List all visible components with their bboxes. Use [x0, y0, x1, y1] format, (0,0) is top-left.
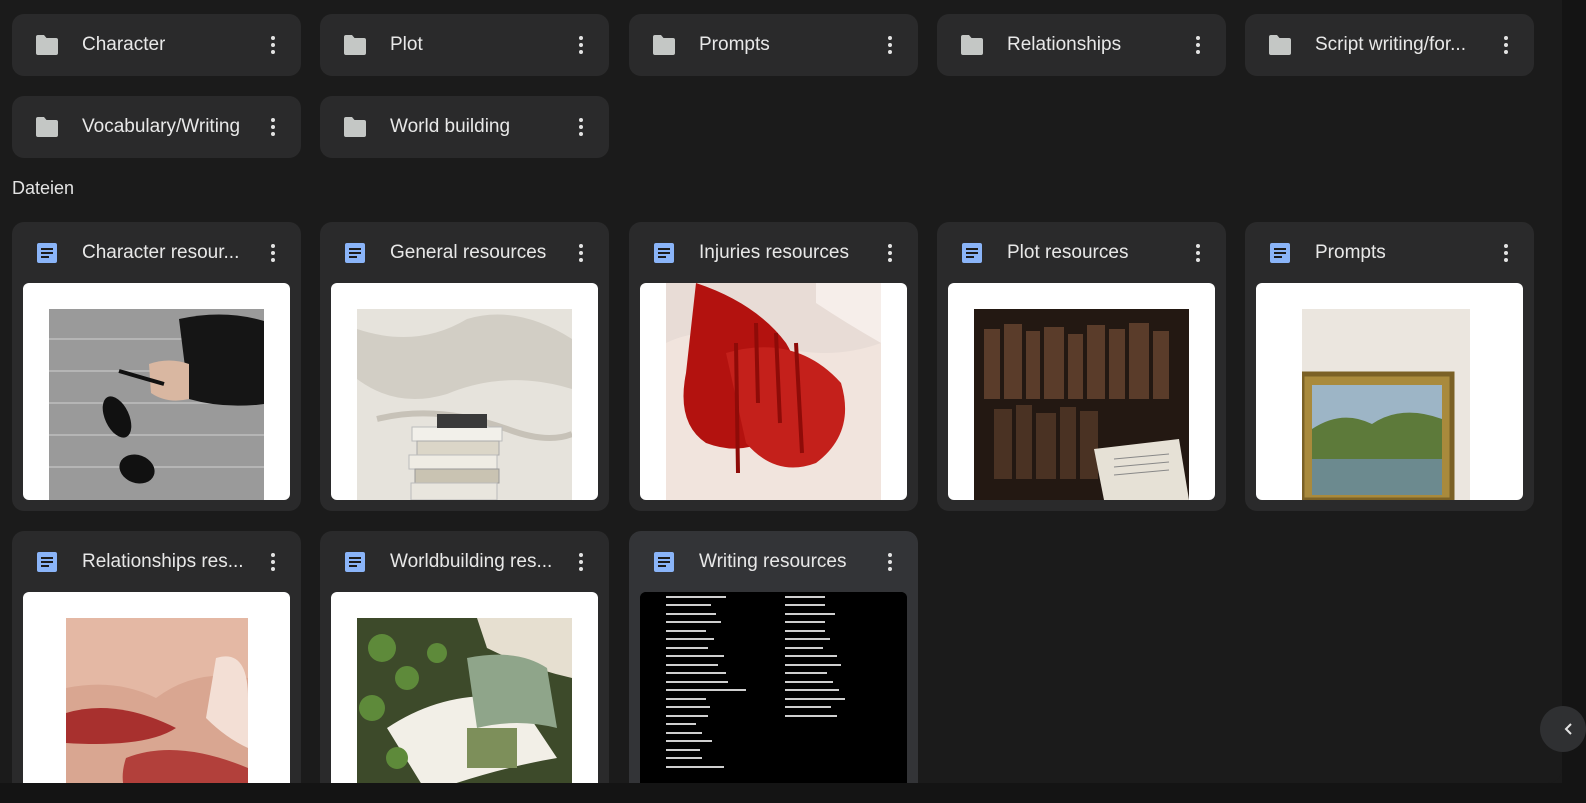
more-vert-icon[interactable]	[569, 33, 593, 57]
file-thumbnail	[640, 592, 907, 783]
folder-card-prompts[interactable]: Prompts	[629, 14, 918, 76]
file-card-writing-resources[interactable]: Writing resources	[629, 531, 918, 783]
word-list-document-image	[640, 592, 907, 783]
folder-card-vocabulary-writing[interactable]: Vocabulary/Writing	[12, 96, 301, 158]
more-vert-icon[interactable]	[569, 550, 593, 574]
folder-icon	[36, 117, 58, 137]
files-section-heading: Dateien	[12, 178, 75, 198]
folder-name: Prompts	[699, 34, 770, 55]
more-vert-icon[interactable]	[1186, 241, 1210, 265]
file-name: Writing resources	[699, 551, 847, 572]
file-card-worldbuilding-resources[interactable]: Worldbuilding res...	[320, 531, 609, 783]
file-card-general-resources[interactable]: General resources	[320, 222, 609, 511]
more-vert-icon[interactable]	[878, 550, 902, 574]
file-thumbnail	[23, 283, 290, 500]
file-name: Prompts	[1315, 242, 1386, 263]
file-card-relationships-resources[interactable]: Relationships res...	[12, 531, 301, 783]
folder-card-plot[interactable]: Plot	[320, 14, 609, 76]
side-panel-toggle-button[interactable]	[1540, 706, 1586, 752]
hand-with-sunglasses-image	[49, 309, 264, 500]
document-icon	[962, 243, 982, 263]
more-vert-icon[interactable]	[1494, 241, 1518, 265]
side-panel-rail	[1562, 0, 1586, 803]
more-vert-icon[interactable]	[261, 115, 285, 139]
file-name: Relationships res...	[82, 551, 244, 572]
book-stack-on-bed-image	[357, 309, 572, 500]
close-up-lips-image	[66, 618, 248, 783]
file-thumbnail	[331, 592, 598, 783]
document-icon	[654, 552, 674, 572]
open-book-with-ivy-image	[357, 618, 572, 783]
more-vert-icon[interactable]	[1186, 33, 1210, 57]
file-thumbnail	[640, 283, 907, 500]
file-card-character-resources[interactable]: Character resour...	[12, 222, 301, 511]
document-icon	[37, 552, 57, 572]
drive-content-area: Character Plot Prompts Relationships Scr…	[0, 0, 1562, 783]
document-icon	[345, 243, 365, 263]
file-name: General resources	[390, 242, 547, 263]
folder-icon	[653, 35, 675, 55]
folder-name: World building	[390, 116, 511, 137]
folder-icon	[344, 35, 366, 55]
folder-name: Script writing/for...	[1315, 34, 1466, 55]
folder-icon	[344, 117, 366, 137]
more-vert-icon[interactable]	[261, 550, 285, 574]
more-vert-icon[interactable]	[1494, 33, 1518, 57]
folder-card-world-building[interactable]: World building	[320, 96, 609, 158]
document-icon	[1270, 243, 1290, 263]
folder-card-character[interactable]: Character	[12, 14, 301, 76]
more-vert-icon[interactable]	[569, 115, 593, 139]
file-card-plot-resources[interactable]: Plot resources	[937, 222, 1226, 511]
framed-landscape-painting-image	[1302, 309, 1470, 500]
more-vert-icon[interactable]	[878, 33, 902, 57]
document-icon	[37, 243, 57, 263]
chevron-left-icon	[1564, 723, 1572, 735]
folder-name: Relationships	[1007, 34, 1122, 55]
more-vert-icon[interactable]	[261, 33, 285, 57]
file-name: Worldbuilding res...	[390, 551, 553, 572]
folder-icon	[36, 35, 58, 55]
file-thumbnail	[1256, 283, 1523, 500]
file-card-injuries-resources[interactable]: Injuries resources	[629, 222, 918, 511]
file-thumbnail	[23, 592, 290, 783]
folder-icon	[1269, 35, 1291, 55]
folder-card-script-writing[interactable]: Script writing/for...	[1245, 14, 1534, 76]
folder-name: Character	[82, 34, 166, 55]
document-icon	[345, 552, 365, 572]
folder-icon	[961, 35, 983, 55]
more-vert-icon[interactable]	[569, 241, 593, 265]
file-name: Injuries resources	[699, 242, 849, 263]
old-books-shelf-image	[974, 309, 1189, 500]
more-vert-icon[interactable]	[878, 241, 902, 265]
file-name: Character resour...	[82, 242, 240, 263]
folder-name: Vocabulary/Writing	[82, 116, 241, 137]
file-card-prompts[interactable]: Prompts	[1245, 222, 1534, 511]
file-thumbnail	[948, 283, 1215, 500]
file-thumbnail	[331, 283, 598, 500]
bloody-hand-image	[666, 283, 881, 500]
folder-name: Plot	[390, 34, 423, 55]
more-vert-icon[interactable]	[261, 241, 285, 265]
document-icon	[654, 243, 674, 263]
folder-card-relationships[interactable]: Relationships	[937, 14, 1226, 76]
file-name: Plot resources	[1007, 242, 1129, 263]
bottom-strip	[0, 783, 1586, 803]
